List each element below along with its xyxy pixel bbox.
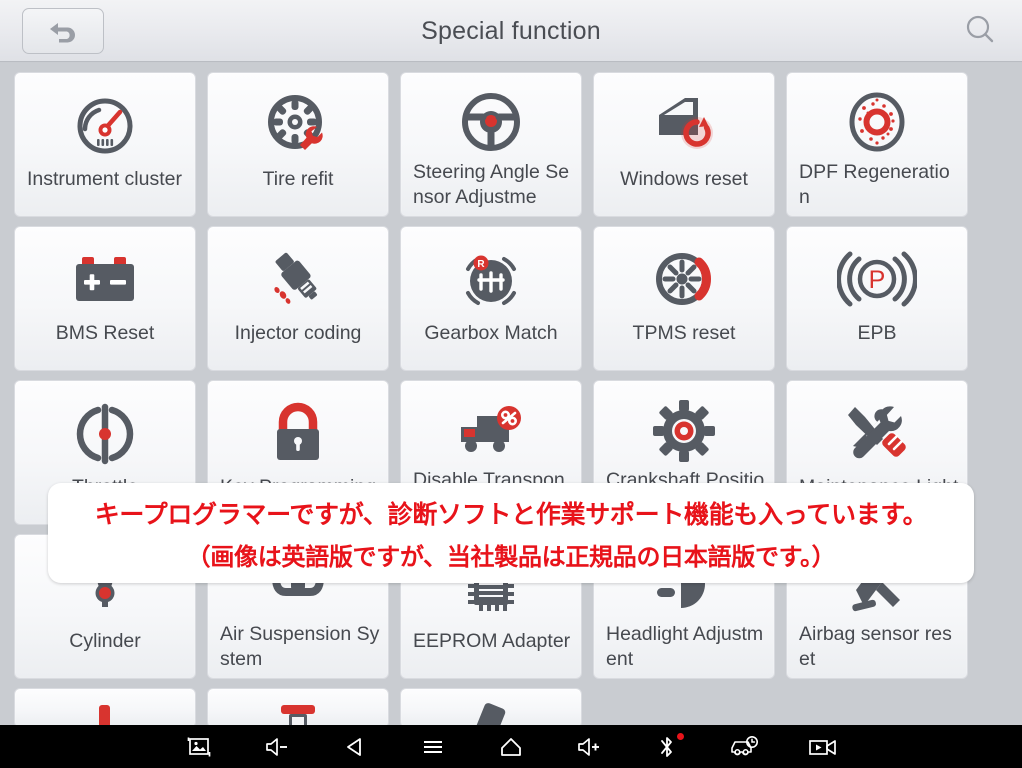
throttle-icon [23, 393, 187, 475]
function-tile-label: Airbag sensor reset [799, 623, 952, 670]
search-icon [963, 13, 997, 52]
function-tile[interactable]: DPF Regeneration [786, 72, 968, 217]
function-tile-label: DPF Regeneration [799, 161, 950, 208]
function-tile[interactable]: Tire refit [207, 72, 389, 217]
tire-wrench-icon [216, 85, 380, 167]
function-tile[interactable]: P EPB [786, 226, 968, 371]
promo-overlay-banner: キープログラマーですが、診断ソフトと作業サポート機能も入っています。 （画像は英… [48, 483, 974, 583]
car-clock-button[interactable] [728, 732, 762, 762]
function-tile-label: Cylinder [69, 630, 141, 652]
volume-down-button[interactable] [260, 732, 294, 762]
steering-wheel-icon [409, 85, 573, 160]
function-tile-label: Air Suspension System [220, 623, 380, 670]
svg-text:R: R [477, 259, 485, 270]
partial-gray-icon [409, 699, 573, 727]
tpms-tire-icon [602, 239, 766, 321]
function-tile[interactable] [400, 688, 582, 728]
screenshot-button[interactable] [182, 732, 216, 762]
partial-red-icon [23, 699, 187, 727]
video-record-button[interactable] [806, 732, 840, 762]
injector-icon [216, 239, 380, 321]
function-tile[interactable]: Windows reset [593, 72, 775, 217]
wrench-screwdriver-icon [795, 393, 959, 475]
function-tile-label: TPMS reset [632, 322, 736, 344]
home-button[interactable] [494, 732, 528, 762]
promo-line-2: （画像は英語版ですが、当社製品は正規品の日本語版です。） [186, 543, 836, 571]
gauge-icon [23, 85, 187, 167]
function-tile[interactable]: R Gearbox Match [400, 226, 582, 371]
search-button[interactable] [958, 10, 1002, 54]
lock-key-icon [216, 393, 380, 475]
function-tile[interactable] [207, 688, 389, 728]
epb-parking-brake-icon: P [795, 239, 959, 321]
page-title: Special function [421, 16, 601, 45]
function-tile-label: Tire refit [262, 168, 334, 190]
function-tile[interactable]: Steering Angle Sensor Adjustme [400, 72, 582, 217]
car-door-reset-icon [602, 85, 766, 167]
dpf-filter-icon [795, 85, 959, 160]
truck-disable-icon [409, 393, 573, 468]
function-grid: Instrument cluster Tire refit Steering A… [0, 63, 1022, 728]
bluetooth-button[interactable] [650, 732, 684, 762]
function-tile[interactable]: BMS Reset [14, 226, 196, 371]
svg-text:P: P [869, 266, 886, 294]
system-navigation-bar [0, 725, 1022, 768]
gear-crankshaft-icon [602, 393, 766, 468]
function-tile-label: Windows reset [620, 168, 748, 190]
promo-line-1: キープログラマーですが、診断ソフトと作業サポート機能も入っています。 [94, 500, 928, 529]
function-tile-label: EEPROM Adapter [413, 630, 571, 652]
function-tile-label: Steering Angle Sensor Adjustme [413, 161, 570, 208]
function-tile-label: EPB [857, 322, 897, 344]
function-tile[interactable] [14, 688, 196, 728]
bluetooth-badge [677, 732, 684, 740]
function-tile-label: Gearbox Match [424, 322, 558, 344]
function-tile-label: Instrument cluster [27, 168, 182, 190]
partial-red-tool-icon [216, 699, 380, 727]
function-tile-label: Headlight Adjustment [606, 623, 764, 670]
function-tile[interactable]: Instrument cluster [14, 72, 196, 217]
function-tile-label: Injector coding [234, 322, 362, 344]
app-header: Special function [0, 0, 1022, 62]
volume-up-button[interactable] [572, 732, 606, 762]
function-tile[interactable]: TPMS reset [593, 226, 775, 371]
back-triangle-button[interactable] [338, 732, 372, 762]
function-tile-label: BMS Reset [55, 322, 155, 344]
gearbox-icon: R [409, 239, 573, 321]
special-function-screen: Special function Instrument cluster Tire… [0, 0, 1022, 768]
menu-button[interactable] [416, 732, 450, 762]
battery-icon [23, 239, 187, 321]
function-tile[interactable]: Injector coding [207, 226, 389, 371]
